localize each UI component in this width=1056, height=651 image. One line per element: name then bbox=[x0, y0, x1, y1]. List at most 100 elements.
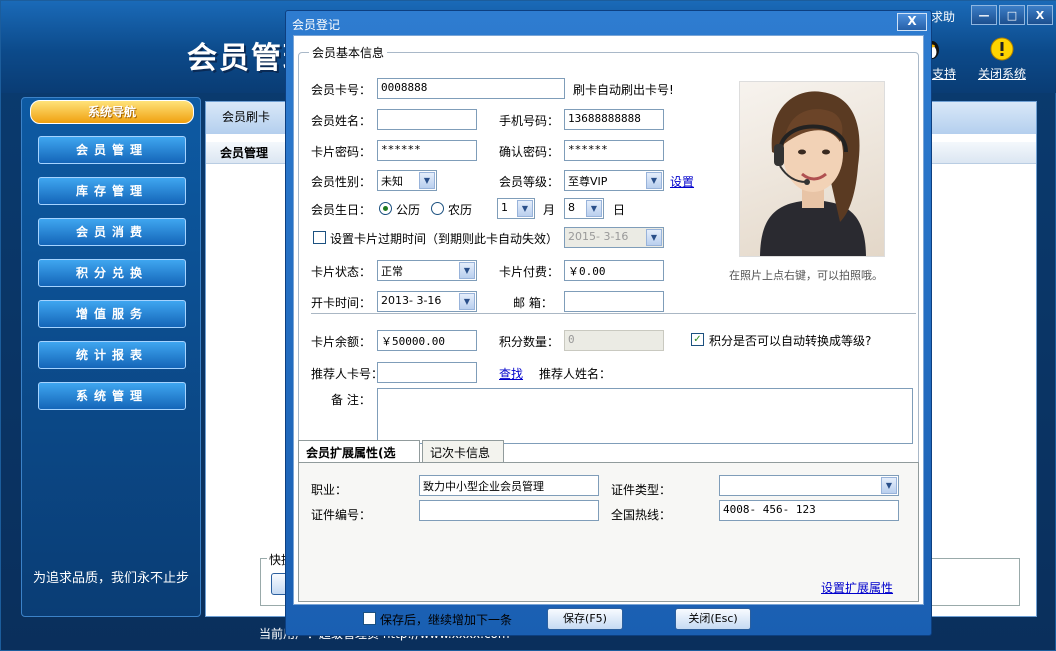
save-continue-label: 保存后，继续增加下一条 bbox=[380, 613, 513, 627]
day-unit: 日 bbox=[613, 203, 626, 217]
close-icon[interactable]: X bbox=[1027, 5, 1053, 25]
id-no-input[interactable] bbox=[419, 500, 599, 521]
divider bbox=[311, 313, 916, 314]
tab-member-swipe[interactable]: 会员刷卡 bbox=[222, 108, 270, 125]
card-no-input[interactable]: 0008888 bbox=[377, 78, 565, 99]
chevron-down-icon: ▼ bbox=[459, 262, 475, 279]
dialog-title: 会员登记 bbox=[292, 18, 341, 32]
card-hint: 刷卡自动刷出卡号! bbox=[573, 83, 674, 97]
chevron-down-icon: ▼ bbox=[881, 477, 897, 494]
dialog-close-button[interactable]: X bbox=[897, 13, 927, 31]
tab-member-extension[interactable]: 会员扩展属性(选填) bbox=[298, 440, 420, 477]
warning-icon bbox=[990, 37, 1014, 61]
hotline-label: 全国热线： bbox=[611, 508, 672, 522]
referrer-label: 推荐人卡号： bbox=[311, 367, 384, 381]
card-no-label: 会员卡号： bbox=[311, 83, 372, 97]
id-type-select[interactable]: ▼ bbox=[719, 475, 899, 496]
card-status-select[interactable]: 正常 ▼ bbox=[377, 260, 477, 281]
solar-radio[interactable] bbox=[379, 202, 392, 215]
find-referrer-link[interactable]: 查找 bbox=[499, 365, 523, 382]
dialog-footer: 保存后，继续增加下一条 保存(F5) 关闭(Esc) bbox=[286, 605, 931, 635]
name-label: 会员姓名： bbox=[311, 114, 372, 128]
open-date-picker[interactable]: 2013- 3-16 ▼ bbox=[377, 291, 477, 312]
remark-label: 备 注： bbox=[331, 393, 371, 407]
close-button[interactable]: 关闭(Esc) bbox=[675, 608, 751, 630]
close-system-button[interactable]: 关闭系统 bbox=[973, 37, 1031, 82]
tab-count-card[interactable]: 记次卡信息 bbox=[422, 440, 504, 462]
chevron-down-icon: ▼ bbox=[459, 293, 475, 310]
photo-hint: 在照片上点右键，可以拍照哦。 bbox=[729, 269, 883, 282]
nav-system-manage[interactable]: 系统管理 bbox=[38, 382, 186, 410]
remark-textarea[interactable] bbox=[377, 388, 913, 444]
email-label: 邮 箱： bbox=[513, 296, 553, 310]
chevron-down-icon: ▼ bbox=[646, 229, 662, 246]
sidebar: 系统导航 会员管理 库存管理 会员消费 积分兑换 增值服务 统计报表 系统管理 bbox=[21, 97, 201, 617]
dialog-body: 会员基本信息 会员卡号： 0008888 刷卡自动刷出卡号! 会员姓名： 手机号… bbox=[293, 35, 924, 605]
extension-panel: 职业： 致力中小型企业会员管理 证件类型： ▼ 证件编号： 全国热线： 4008… bbox=[298, 462, 919, 602]
confirm-password-input[interactable]: ****** bbox=[564, 140, 664, 161]
nav-reports[interactable]: 统计报表 bbox=[38, 341, 186, 369]
save-button[interactable]: 保存(F5) bbox=[547, 608, 623, 630]
level-settings-link[interactable]: 设置 bbox=[670, 173, 694, 190]
save-continue-checkbox[interactable] bbox=[363, 612, 376, 625]
job-label: 职业： bbox=[311, 483, 348, 497]
gender-label: 会员性别： bbox=[311, 175, 372, 189]
maximize-icon[interactable]: □ bbox=[999, 5, 1025, 25]
balance-input[interactable]: ￥50000.00 bbox=[377, 330, 477, 351]
card-fee-input[interactable]: ￥0.00 bbox=[564, 260, 664, 281]
basic-info-group: 会员基本信息 会员卡号： 0008888 刷卡自动刷出卡号! 会员姓名： 手机号… bbox=[298, 44, 919, 466]
job-input[interactable]: 致力中小型企业会员管理 bbox=[419, 475, 599, 496]
auto-level-label: 积分是否可以自动转换成等级? bbox=[709, 334, 872, 348]
birth-day-select[interactable]: 8 ▼ bbox=[564, 198, 604, 219]
nav-member-consume[interactable]: 会员消费 bbox=[38, 218, 186, 246]
level-label: 会员等级： bbox=[499, 175, 560, 189]
expire-checkbox[interactable] bbox=[313, 231, 326, 244]
solar-label: 公历 bbox=[396, 203, 421, 217]
member-photo[interactable] bbox=[739, 81, 885, 257]
phone-label: 手机号码： bbox=[499, 114, 560, 128]
points-label: 积分数量： bbox=[499, 335, 560, 349]
minimize-icon[interactable]: — bbox=[971, 5, 997, 25]
extension-settings-link[interactable]: 设置扩展属性 bbox=[821, 579, 893, 596]
basic-info-legend: 会员基本信息 bbox=[309, 44, 388, 61]
name-input[interactable] bbox=[377, 109, 477, 130]
nav-header: 系统导航 bbox=[30, 100, 194, 124]
expire-date-picker[interactable]: 2015- 3-16 ▼ bbox=[564, 227, 664, 248]
lunar-label: 农历 bbox=[448, 203, 473, 217]
confirm-password-label: 确认密码： bbox=[499, 145, 560, 159]
chevron-down-icon: ▼ bbox=[586, 200, 602, 217]
slogan: 为追求品质，我们永不止步 bbox=[33, 571, 190, 586]
chevron-down-icon: ▼ bbox=[419, 172, 435, 189]
help-link[interactable]: 求助 bbox=[931, 8, 955, 25]
phone-input[interactable]: 13688888888 bbox=[564, 109, 664, 130]
email-input[interactable] bbox=[564, 291, 664, 312]
points-input[interactable]: 0 bbox=[564, 330, 664, 351]
chevron-down-icon: ▼ bbox=[646, 172, 662, 189]
password-label: 卡片密码： bbox=[311, 145, 372, 159]
card-fee-label: 卡片付费： bbox=[499, 265, 560, 279]
birth-month-select[interactable]: 1 ▼ bbox=[497, 198, 535, 219]
nav-value-added[interactable]: 增值服务 bbox=[38, 300, 186, 328]
nav-stock-manage[interactable]: 库存管理 bbox=[38, 177, 186, 205]
referrer-input[interactable] bbox=[377, 362, 477, 383]
id-no-label: 证件编号： bbox=[311, 508, 372, 522]
auto-level-checkbox[interactable]: ✓ bbox=[691, 333, 704, 346]
month-unit: 月 bbox=[543, 203, 556, 217]
referrer-name-label: 推荐人姓名： bbox=[539, 367, 612, 381]
card-status-label: 卡片状态： bbox=[311, 265, 372, 279]
nav-points-exchange[interactable]: 积分兑换 bbox=[38, 259, 186, 287]
expire-label: 设置卡片过期时间（到期则此卡自动失效） bbox=[330, 232, 559, 246]
window-controls: — □ X bbox=[971, 5, 1053, 25]
level-select[interactable]: 至尊VIP ▼ bbox=[564, 170, 664, 191]
lunar-radio[interactable] bbox=[431, 202, 444, 215]
agent-photo-icon bbox=[760, 91, 866, 256]
hotline-input[interactable]: 4008- 456- 123 bbox=[719, 500, 899, 521]
password-input[interactable]: ****** bbox=[377, 140, 477, 161]
balance-label: 卡片余额： bbox=[311, 335, 372, 349]
gender-select[interactable]: 未知 ▼ bbox=[377, 170, 437, 191]
nav-member-manage[interactable]: 会员管理 bbox=[38, 136, 186, 164]
open-date-label: 开卡时间： bbox=[311, 296, 372, 310]
extension-tabs: 会员扩展属性(选填) 记次卡信息 职业： 致力中小型企业会员管理 证件类型： ▼… bbox=[298, 440, 921, 602]
birthday-label: 会员生日： bbox=[311, 203, 372, 217]
member-register-dialog: 会员登记 X 会员基本信息 会员卡号： 0008888 刷卡自动刷出卡号! 会员… bbox=[285, 10, 932, 636]
